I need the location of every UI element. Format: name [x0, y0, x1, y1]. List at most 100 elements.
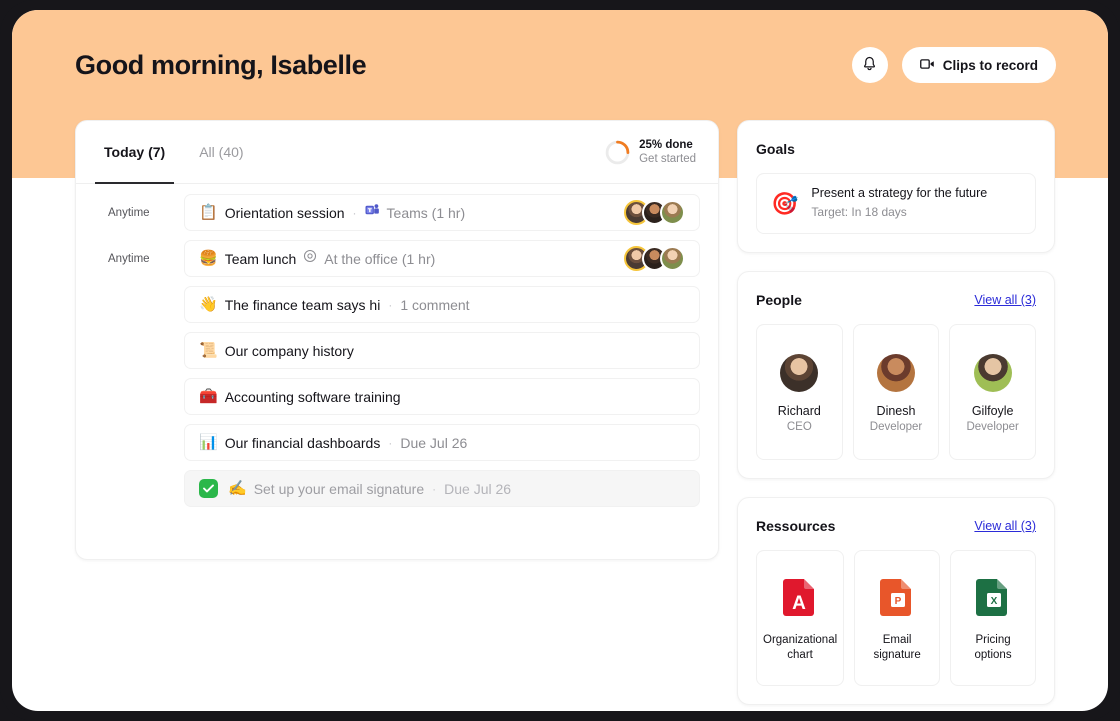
task-title: The finance team says hi [224, 296, 381, 313]
task-title: Our financial dashboards [224, 434, 381, 451]
task-title: Accounting software training [224, 388, 401, 405]
person-card[interactable]: Richard CEO [756, 324, 843, 460]
task-checkbox-checked[interactable] [199, 479, 218, 498]
person-name: Gilfoyle [971, 403, 1014, 418]
page-title: Good morning, Isabelle [75, 49, 367, 80]
pdf-file-icon: A [783, 576, 817, 621]
bell-icon [862, 56, 877, 75]
resources-view-all-link[interactable]: View all (3) [974, 519, 1036, 533]
svg-text:X: X [991, 596, 998, 607]
task-title: Orientation session [224, 204, 345, 221]
separator-dot: · [432, 481, 437, 496]
resources-grid: A Organizational chart P Email signature X Pr… [756, 550, 1036, 686]
goal-target: Target: In 18 days [811, 205, 907, 219]
powerpoint-file-icon: P [880, 576, 914, 621]
task-meta: Due Jul 26 [444, 480, 512, 497]
task-title: Our company history [224, 342, 354, 359]
task-meta: At the office (1 hr) [324, 250, 436, 267]
task-row[interactable]: 🍔 Team lunch At the office (1 hr) [184, 240, 700, 277]
notifications-button[interactable] [851, 47, 888, 83]
device-frame: Good morning, Isabelle Clips to record T… [0, 0, 1120, 721]
goals-title: Goals [756, 141, 795, 157]
task-meta: Due Jul 26 [400, 434, 468, 451]
clips-button-label: Clips to record [942, 57, 1038, 73]
task-line: 👋 The finance team says hi · 1 comment [94, 286, 700, 323]
task-meta: 1 comment [400, 296, 470, 313]
resource-card[interactable]: X Pricing options [950, 550, 1036, 686]
progress-subtitle: Get started [639, 153, 696, 165]
tab-all[interactable]: All (40) [199, 121, 243, 183]
progress-indicator: 25% done Get started [605, 138, 696, 167]
people-view-all-link[interactable]: View all (3) [974, 293, 1036, 307]
app-screen: Good morning, Isabelle Clips to record T… [12, 10, 1108, 711]
goal-item[interactable]: 🎯 Present a strategy for the future Target… [756, 173, 1036, 234]
goal-name: Present a strategy for the future [811, 186, 988, 200]
resource-name: Organizational chart [763, 634, 838, 661]
people-grid: Richard CEO Dinesh Developer Gilfoyle Develop… [756, 324, 1037, 460]
person-card[interactable]: Dinesh Developer [852, 324, 940, 460]
svg-text:A: A [792, 593, 806, 614]
attendee-avatars[interactable] [614, 246, 685, 271]
goals-list: 🎯 Present a strategy for the future Target… [756, 173, 1036, 234]
task-emoji-icon: 👋 [199, 296, 218, 313]
task-row[interactable]: 📋 Orientation session · Teams (1 hr) [184, 194, 700, 231]
resource-name: Email signature [873, 634, 921, 661]
task-row[interactable]: 📜 Our company history [184, 332, 700, 369]
progress-ring-icon [605, 140, 630, 164]
task-row[interactable]: 📊 Our financial dashboards · Due Jul 26 [184, 424, 700, 461]
people-title: People [756, 292, 802, 308]
video-camera-icon [919, 58, 935, 73]
clips-to-record-button[interactable]: Clips to record [901, 47, 1056, 83]
task-emoji-icon: 📊 [199, 434, 218, 451]
progress-percent: 25% done [639, 138, 693, 151]
goals-panel: Goals 🎯 Present a strategy for the future… [737, 120, 1055, 253]
person-role: Developer [966, 420, 1019, 433]
tasks-toolbar: Today (7) All (40) 25% done Get started [76, 121, 718, 184]
task-emoji-icon: 📋 [199, 204, 218, 221]
task-emoji-icon: 🍔 [199, 250, 218, 267]
task-meta: Teams (1 hr) [386, 204, 466, 221]
task-list: Anytime 📋 Orientation session · Teams (1 hr)… [76, 184, 718, 516]
person-role: Developer [869, 420, 923, 433]
goals-header: Goals [756, 141, 1036, 157]
task-line: 🧰 Accounting software training [94, 378, 700, 415]
target-emoji-icon: 🎯 [771, 190, 799, 216]
task-emoji-icon: 📜 [199, 342, 218, 359]
svg-text:P: P [895, 596, 902, 607]
avatar [660, 246, 685, 271]
separator-dot: · [388, 297, 393, 312]
person-name: Richard [777, 403, 821, 418]
task-line: ✍️ Set up your email signature · Due Jul 26 [94, 470, 700, 507]
person-name: Dinesh [876, 403, 916, 418]
task-emoji-icon: 🧰 [199, 388, 218, 405]
task-row[interactable]: 🧰 Accounting software training [184, 378, 700, 415]
task-title: Set up your email signature [253, 480, 425, 497]
avatar [877, 353, 915, 392]
main-content: Today (7) All (40) 25% done Get started A… [12, 120, 1108, 711]
tab-today[interactable]: Today (7) [94, 121, 175, 184]
sidebar-panels: Goals 🎯 Present a strategy for the future… [737, 120, 1055, 711]
resources-panel: Ressources View all (3) A Organizational … [737, 497, 1055, 705]
tasks-tabs: Today (7) All (40) [94, 121, 244, 184]
person-card[interactable]: Gilfoyle Developer [949, 324, 1037, 460]
teams-icon [365, 203, 380, 222]
excel-file-icon: X [976, 576, 1010, 621]
task-line: Anytime 🍔 Team lunch At the office (1 hr) [94, 240, 700, 277]
resources-header: Ressources View all (3) [756, 518, 1036, 534]
avatar [973, 353, 1012, 392]
task-time-label: Anytime [108, 206, 150, 219]
task-time-label: Anytime [108, 252, 150, 265]
location-icon [303, 249, 317, 268]
resource-name: Pricing options [974, 634, 1012, 661]
resource-card[interactable]: A Organizational chart [756, 550, 845, 686]
task-row[interactable]: 👋 The finance team says hi · 1 comment [184, 286, 700, 323]
page-header: Good morning, Isabelle Clips to record [12, 10, 1108, 120]
task-row[interactable]: ✍️ Set up your email signature · Due Jul 26 [184, 470, 700, 507]
avatar [660, 200, 685, 225]
resource-card[interactable]: P Email signature [854, 550, 941, 686]
separator-dot: · [352, 205, 357, 220]
attendee-avatars[interactable] [614, 200, 685, 225]
progress-text: 25% done Get started [639, 138, 696, 167]
separator-dot: · [388, 435, 393, 450]
tasks-card: Today (7) All (40) 25% done Get started A… [75, 120, 719, 560]
